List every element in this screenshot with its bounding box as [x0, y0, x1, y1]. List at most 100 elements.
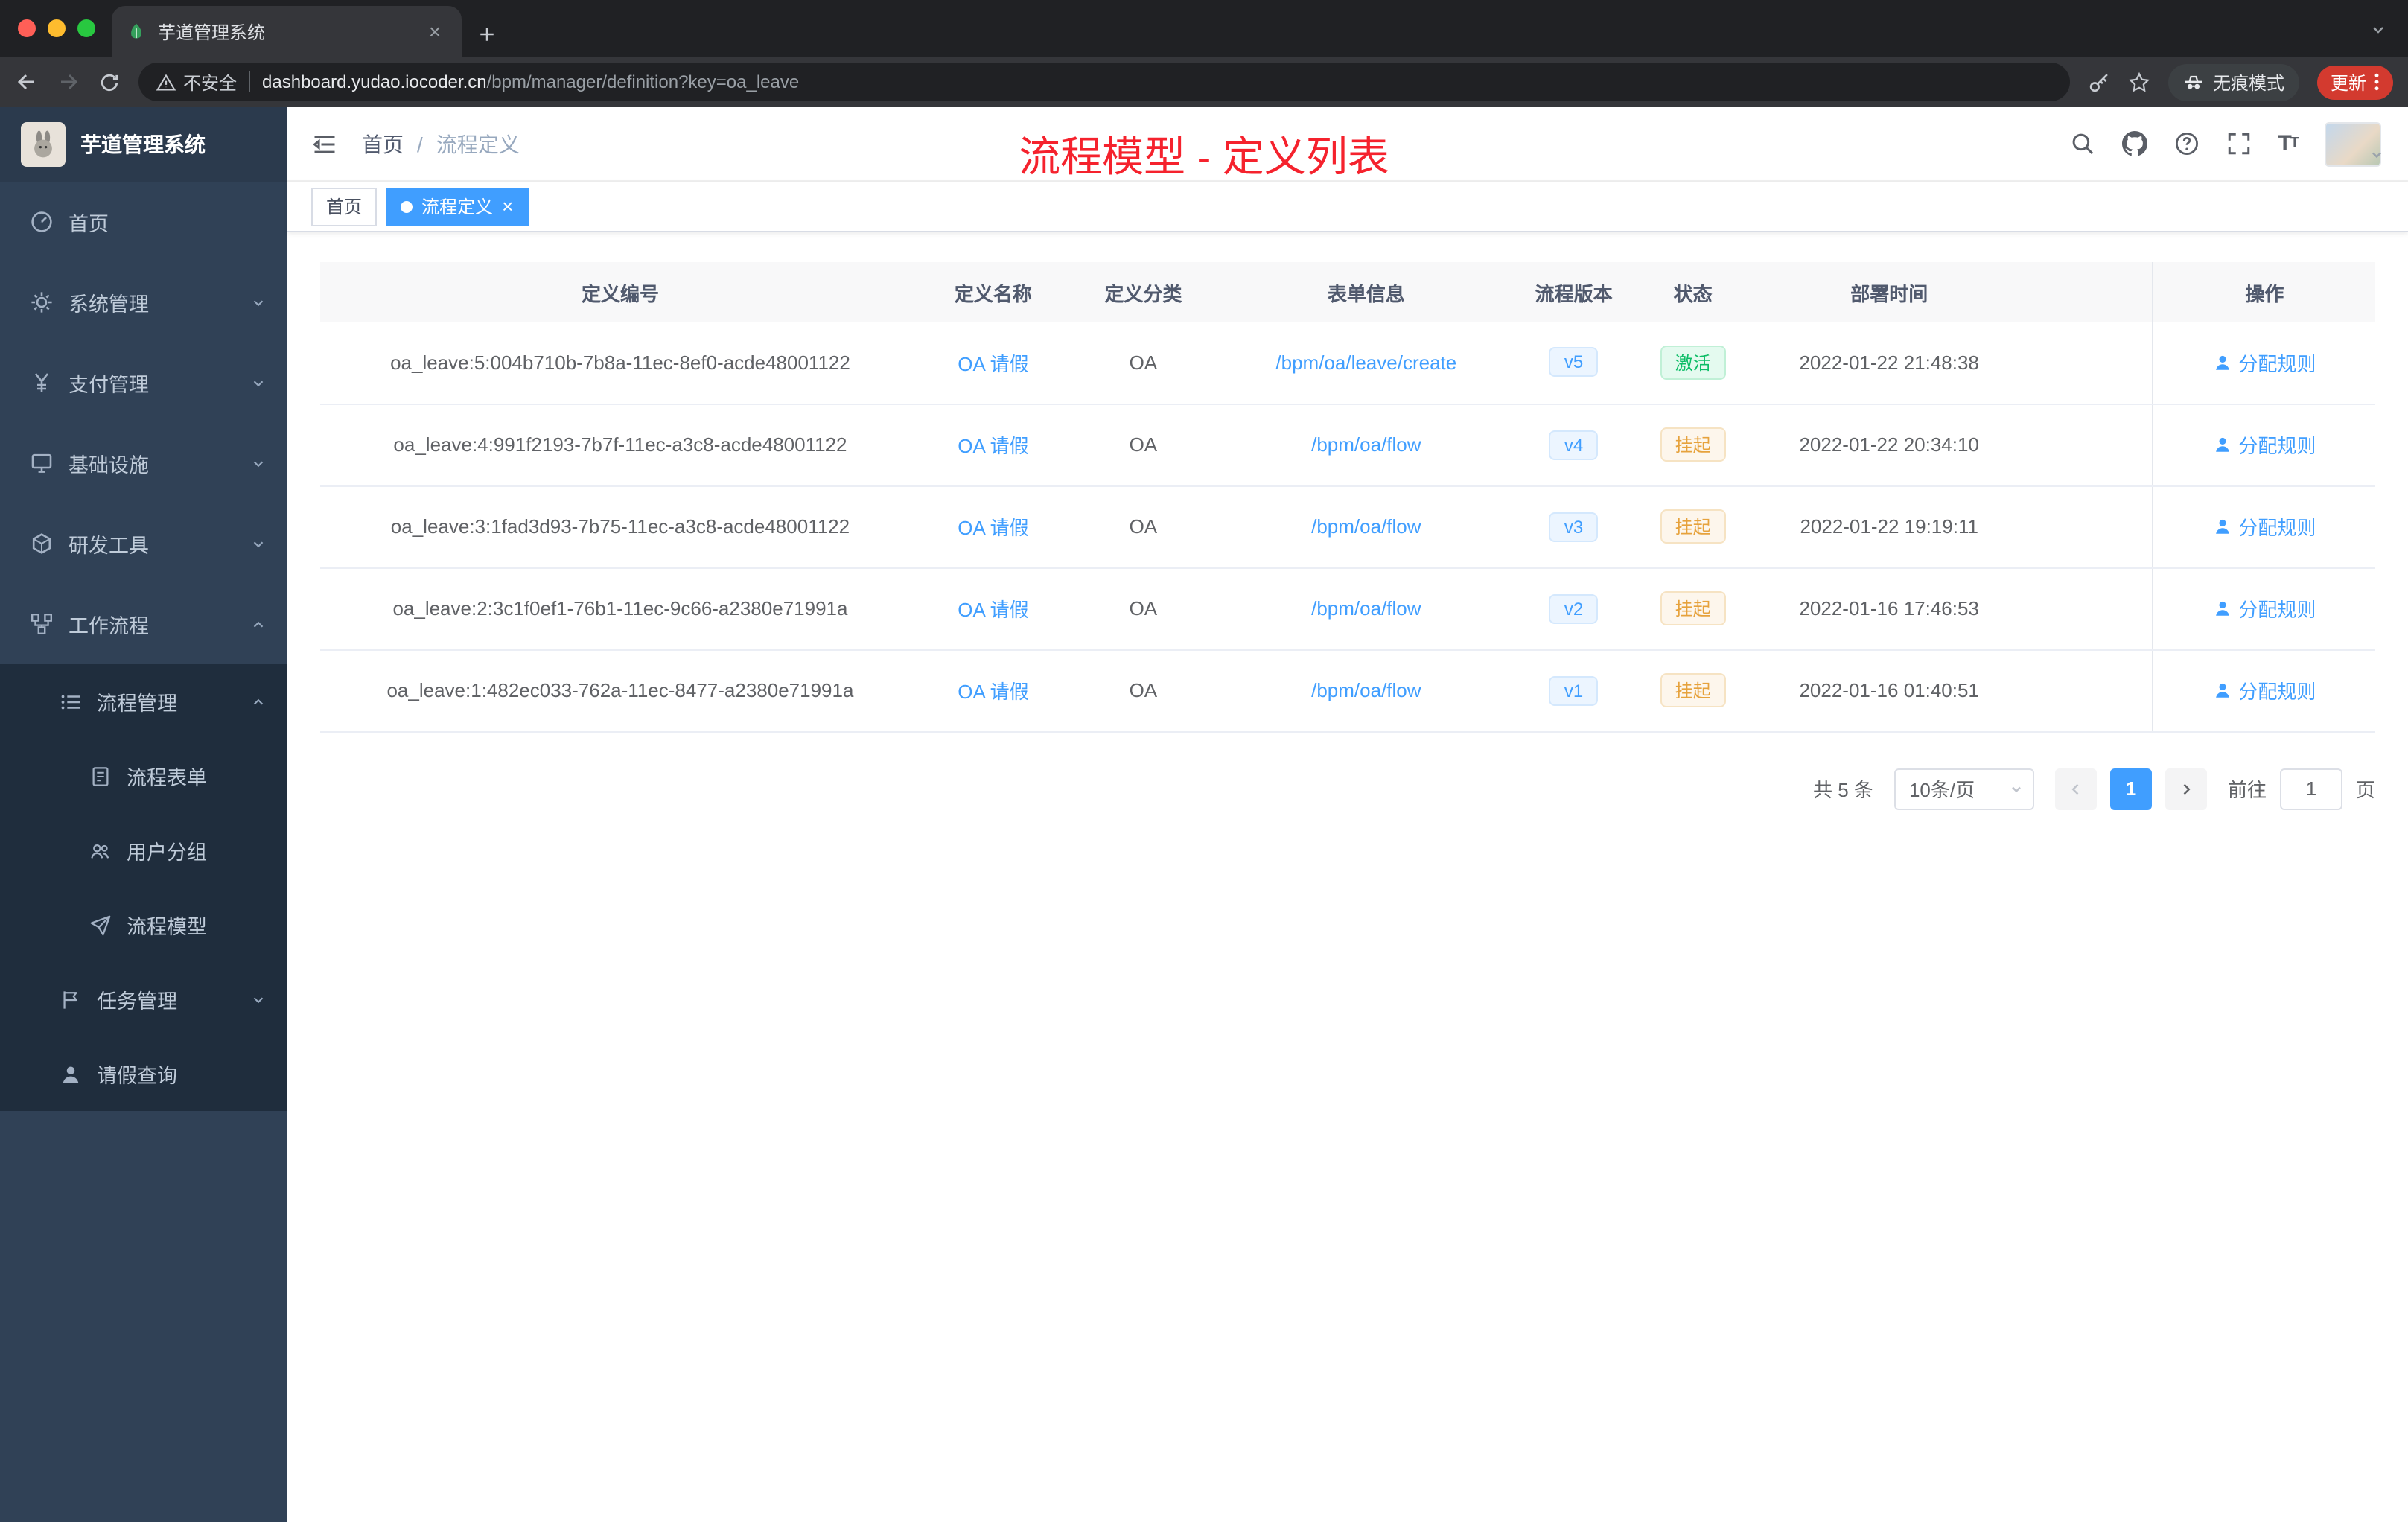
definition-category: OA: [1066, 567, 1220, 650]
sidebar-item-leave-query[interactable]: 请假查询: [0, 1037, 287, 1111]
sidebar-item-payment[interactable]: 支付管理: [0, 343, 287, 423]
prev-page-button[interactable]: [2054, 768, 2097, 809]
definition-category: OA: [1066, 649, 1220, 732]
bookmark-star-icon[interactable]: [2128, 71, 2150, 93]
browser-tab[interactable]: 芋道管理系统 ×: [112, 6, 462, 57]
navbar-tools: TT: [2069, 121, 2384, 166]
url-path: /bpm/manager/definition?key=oa_leave: [486, 71, 800, 92]
back-button[interactable]: [15, 70, 39, 94]
form-link[interactable]: /bpm/oa/flow: [1311, 433, 1421, 456]
sidebar-item-task-mgmt[interactable]: 任务管理: [0, 962, 287, 1037]
document-icon: [89, 765, 112, 787]
refresh-button[interactable]: [98, 71, 121, 93]
tag-current[interactable]: 流程定义 ×: [386, 187, 529, 226]
definition-name-link[interactable]: OA 请假: [958, 681, 1028, 703]
tag-home[interactable]: 首页: [311, 187, 378, 226]
form-link[interactable]: /bpm/oa/flow: [1311, 515, 1421, 538]
github-icon[interactable]: [2121, 131, 2147, 156]
tab-search-chevron-icon[interactable]: [2369, 21, 2387, 39]
chevron-down-icon: [250, 535, 267, 552]
breadcrumb: 首页 / 流程定义: [362, 129, 520, 159]
sidebar-item-workflow[interactable]: 工作流程: [0, 584, 287, 664]
address-bar[interactable]: 不安全 dashboard.yudao.iocoder.cn/bpm/manag…: [138, 63, 2070, 101]
sidebar-logo[interactable]: 芋道管理系统: [0, 107, 287, 182]
col-filler: [2028, 262, 2153, 322]
version-badge[interactable]: v2: [1549, 593, 1599, 623]
form-link[interactable]: /bpm/oa/flow: [1311, 597, 1421, 620]
version-badge[interactable]: v1: [1549, 675, 1599, 705]
help-icon[interactable]: [2173, 131, 2199, 156]
col-process-version: 流程版本: [1512, 262, 1636, 322]
definition-name-link[interactable]: OA 请假: [958, 353, 1028, 375]
breadcrumb-separator: /: [417, 132, 423, 156]
sidebar-collapse-icon[interactable]: [311, 130, 338, 157]
sidebar-item-user-group[interactable]: 用户分组: [0, 813, 287, 888]
breadcrumb-home[interactable]: 首页: [362, 129, 404, 159]
sidebar-item-home[interactable]: 首页: [0, 182, 287, 262]
tab-favicon-icon: [127, 22, 146, 41]
maximize-window-button[interactable]: [77, 19, 95, 37]
filler-cell: [2028, 404, 2153, 486]
fullscreen-icon[interactable]: [2226, 131, 2251, 156]
definition-name-link[interactable]: OA 请假: [958, 517, 1028, 539]
version-badge[interactable]: v4: [1549, 430, 1599, 459]
browser-menu-dots-icon[interactable]: [2374, 71, 2380, 92]
goto-label: 前往: [2227, 779, 2267, 801]
dashboard-icon: [30, 210, 54, 234]
chevron-down-icon: [250, 455, 267, 471]
assign-rule-button[interactable]: 分配规则: [2213, 512, 2316, 541]
table-row: oa_leave:4:991f2193-7b7f-11ec-a3c8-acde4…: [320, 404, 2375, 486]
sidebar-item-system[interactable]: 系统管理: [0, 262, 287, 343]
page-number-1[interactable]: 1: [2109, 768, 2152, 809]
status-badge: 挂起: [1660, 509, 1726, 544]
next-page-button[interactable]: [2165, 768, 2207, 809]
definition-name-link[interactable]: OA 请假: [958, 435, 1028, 457]
sidebar-item-process-form[interactable]: 流程表单: [0, 739, 287, 813]
new-tab-button[interactable]: [477, 24, 497, 45]
sidebar-item-label: 系统管理: [69, 293, 149, 316]
incognito-badge: 无痕模式: [2167, 63, 2299, 101]
font-size-icon[interactable]: TT: [2278, 131, 2299, 156]
browser-titlebar: 芋道管理系统 ×: [0, 0, 2408, 57]
browser-update-button[interactable]: 更新: [2316, 65, 2393, 99]
pagination: 共 5 条 10条/页 1 前往 页: [320, 768, 2375, 809]
password-key-icon[interactable]: [2088, 71, 2110, 93]
workflow-icon: [30, 612, 54, 636]
version-badge[interactable]: v5: [1549, 347, 1599, 378]
user-avatar[interactable]: [2325, 121, 2384, 166]
form-link[interactable]: /bpm/oa/leave/create: [1275, 351, 1456, 374]
version-badge[interactable]: v3: [1549, 512, 1599, 541]
list-icon: [60, 690, 82, 713]
filler-cell: [2028, 485, 2153, 568]
tab-close-icon[interactable]: ×: [423, 19, 447, 43]
sidebar-item-process-mgmt[interactable]: 流程管理: [0, 664, 287, 739]
screen: 芋道管理系统 × 不安全 dashboard.yudao.iocoder.cn/…: [0, 0, 2408, 1522]
sidebar-item-infrastructure[interactable]: 基础设施: [0, 423, 287, 503]
close-window-button[interactable]: [18, 19, 36, 37]
definition-name-link[interactable]: OA 请假: [958, 599, 1028, 621]
assign-rule-button[interactable]: 分配规则: [2213, 676, 2316, 704]
site-security[interactable]: 不安全: [156, 69, 237, 95]
assign-rule-button[interactable]: 分配规则: [2213, 430, 2316, 459]
forward-button[interactable]: [57, 70, 80, 94]
search-icon[interactable]: [2069, 131, 2095, 156]
status-badge: 激活: [1660, 345, 1726, 380]
sidebar-item-process-model[interactable]: 流程模型: [0, 888, 287, 962]
tag-close-icon[interactable]: ×: [502, 195, 513, 217]
status-badge: 挂起: [1660, 427, 1726, 462]
user-icon: [2216, 355, 2230, 370]
table-row: oa_leave:2:3c1f0ef1-76b1-11ec-9c66-a2380…: [320, 567, 2375, 650]
avatar-caret-icon: [2369, 147, 2384, 162]
sidebar-item-devtools[interactable]: 研发工具: [0, 503, 287, 584]
minimize-window-button[interactable]: [48, 19, 66, 37]
form-link[interactable]: /bpm/oa/flow: [1311, 679, 1421, 701]
deploy-time: 2022-01-22 20:34:10: [1750, 404, 2028, 486]
user-icon: [60, 1063, 82, 1085]
chevron-up-icon: [250, 616, 267, 632]
sidebar-item-label: 首页: [69, 213, 109, 235]
assign-rule-button[interactable]: 分配规则: [2213, 594, 2316, 623]
goto-page-input[interactable]: [2279, 768, 2342, 809]
assign-rule-button[interactable]: 分配规则: [2213, 348, 2316, 377]
definition-table: 定义编号 定义名称 定义分类 表单信息 流程版本 状态 部署时间 操作 oa_l…: [320, 262, 2375, 732]
page-size-select[interactable]: 10条/页: [1893, 768, 2034, 809]
